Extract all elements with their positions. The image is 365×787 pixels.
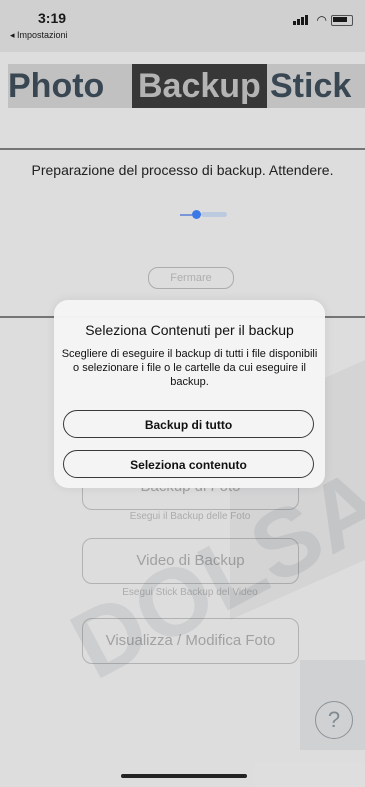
select-content-dialog: Seleziona Contenuti per il backup Scegli… bbox=[54, 300, 325, 488]
select-content-button[interactable]: Seleziona contenuto bbox=[63, 450, 314, 478]
backup-all-button[interactable]: Backup di tutto bbox=[63, 410, 314, 438]
home-indicator[interactable] bbox=[121, 774, 247, 778]
dialog-title: Seleziona Contenuti per il backup bbox=[85, 322, 294, 338]
dialog-message: Scegliere di eseguire il backup di tutti… bbox=[61, 348, 318, 388]
